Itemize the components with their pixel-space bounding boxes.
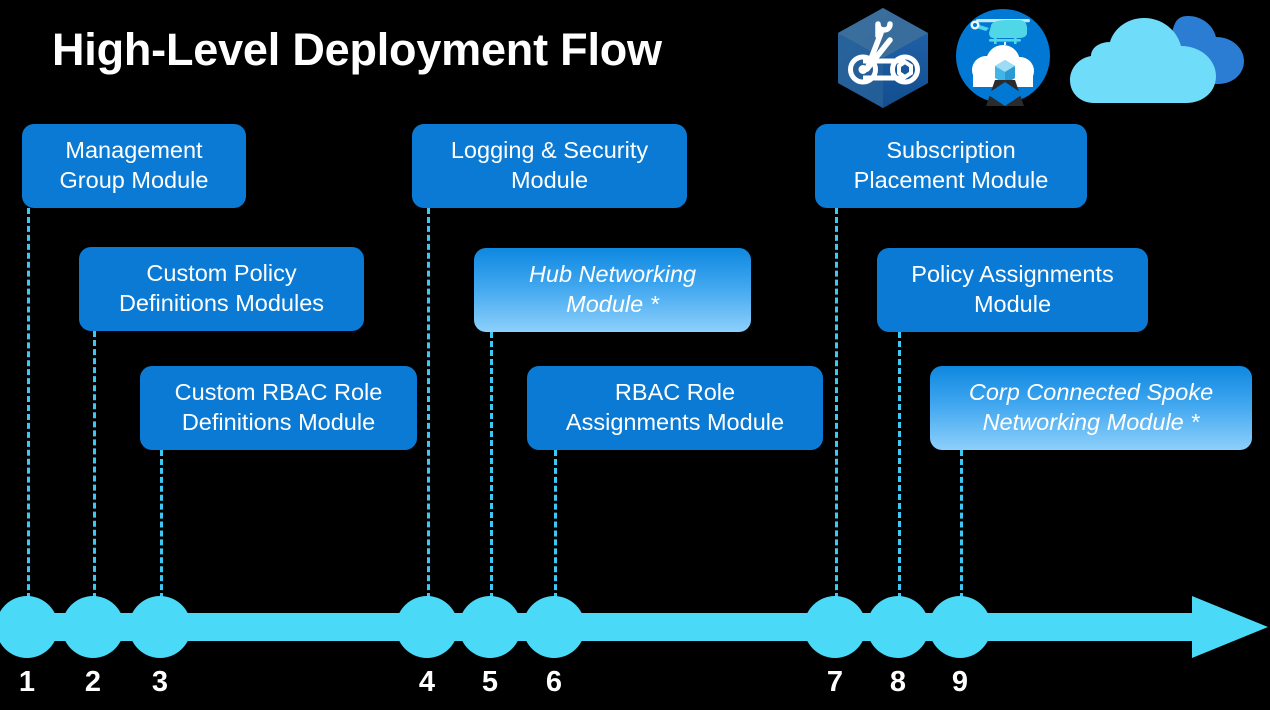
module-box-hub-networking-module[interactable]: Hub Networking Module *: [474, 248, 751, 332]
bicep-logo-icon: [833, 6, 933, 115]
connector-6: [554, 450, 557, 608]
connector-1: [27, 208, 30, 608]
timeline-node-5[interactable]: [459, 596, 521, 658]
timeline-node-6[interactable]: [523, 596, 585, 658]
module-label: Management Group Module: [59, 137, 209, 193]
module-label: Custom Policy Definitions Modules: [118, 260, 325, 316]
timeline-step-number-3: 3: [151, 666, 169, 698]
timeline-node-9[interactable]: [929, 596, 991, 658]
timeline-node-2[interactable]: [62, 596, 124, 658]
connector-3: [160, 450, 163, 608]
module-label: Hub Networking Module *: [528, 261, 697, 317]
timeline-step-number-8: 8: [889, 666, 907, 698]
module-box-custom-policy-definitions-modules[interactable]: Custom Policy Definitions Modules: [79, 247, 364, 331]
timeline-node-3[interactable]: [129, 596, 191, 658]
connector-5: [490, 332, 493, 608]
connector-2: [93, 331, 96, 608]
timeline-node-4[interactable]: [396, 596, 458, 658]
module-box-logging-security-module[interactable]: Logging & Security Module: [412, 124, 687, 208]
module-box-policy-assignments-module[interactable]: Policy Assignments Module: [877, 248, 1148, 332]
timeline-step-number-5: 5: [481, 666, 499, 698]
deployment-flow-slide: High-Level Deployment Flow Management Gr…: [0, 0, 1270, 710]
module-label: Custom RBAC Role Definitions Module: [174, 379, 383, 435]
timeline-node-1[interactable]: [0, 596, 58, 658]
module-label: Subscription Placement Module: [853, 137, 1049, 193]
module-box-corp-connected-spoke-networking-module[interactable]: Corp Connected Spoke Networking Module *: [930, 366, 1252, 450]
timeline-step-number-7: 7: [826, 666, 844, 698]
timeline-step-number-1: 1: [18, 666, 36, 698]
timeline-step-number-6: 6: [545, 666, 563, 698]
module-box-management-group-module[interactable]: Management Group Module: [22, 124, 246, 208]
timeline-step-number-9: 9: [951, 666, 969, 698]
timeline-step-number-2: 2: [84, 666, 102, 698]
connector-7: [835, 208, 838, 608]
connector-8: [898, 332, 901, 608]
page-title: High-Level Deployment Flow: [52, 24, 662, 75]
module-box-subscription-placement-module[interactable]: Subscription Placement Module: [815, 124, 1087, 208]
module-label: Policy Assignments Module: [911, 261, 1114, 317]
module-label: Logging & Security Module: [450, 137, 649, 193]
deployment-helicopter-icon: [953, 6, 1053, 115]
timeline-step-number-4: 4: [418, 666, 436, 698]
module-box-custom-rbac-role-definitions-module[interactable]: Custom RBAC Role Definitions Module: [140, 366, 417, 450]
module-label: Corp Connected Spoke Networking Module *: [968, 379, 1214, 435]
connector-9: [960, 450, 963, 608]
connector-4: [427, 208, 430, 608]
timeline-node-8[interactable]: [867, 596, 929, 658]
module-box-rbac-role-assignments-module[interactable]: RBAC Role Assignments Module: [527, 366, 823, 450]
cloud-icon: [1068, 8, 1258, 113]
timeline: [0, 596, 1268, 658]
module-label: RBAC Role Assignments Module: [565, 379, 785, 435]
timeline-node-7[interactable]: [804, 596, 866, 658]
